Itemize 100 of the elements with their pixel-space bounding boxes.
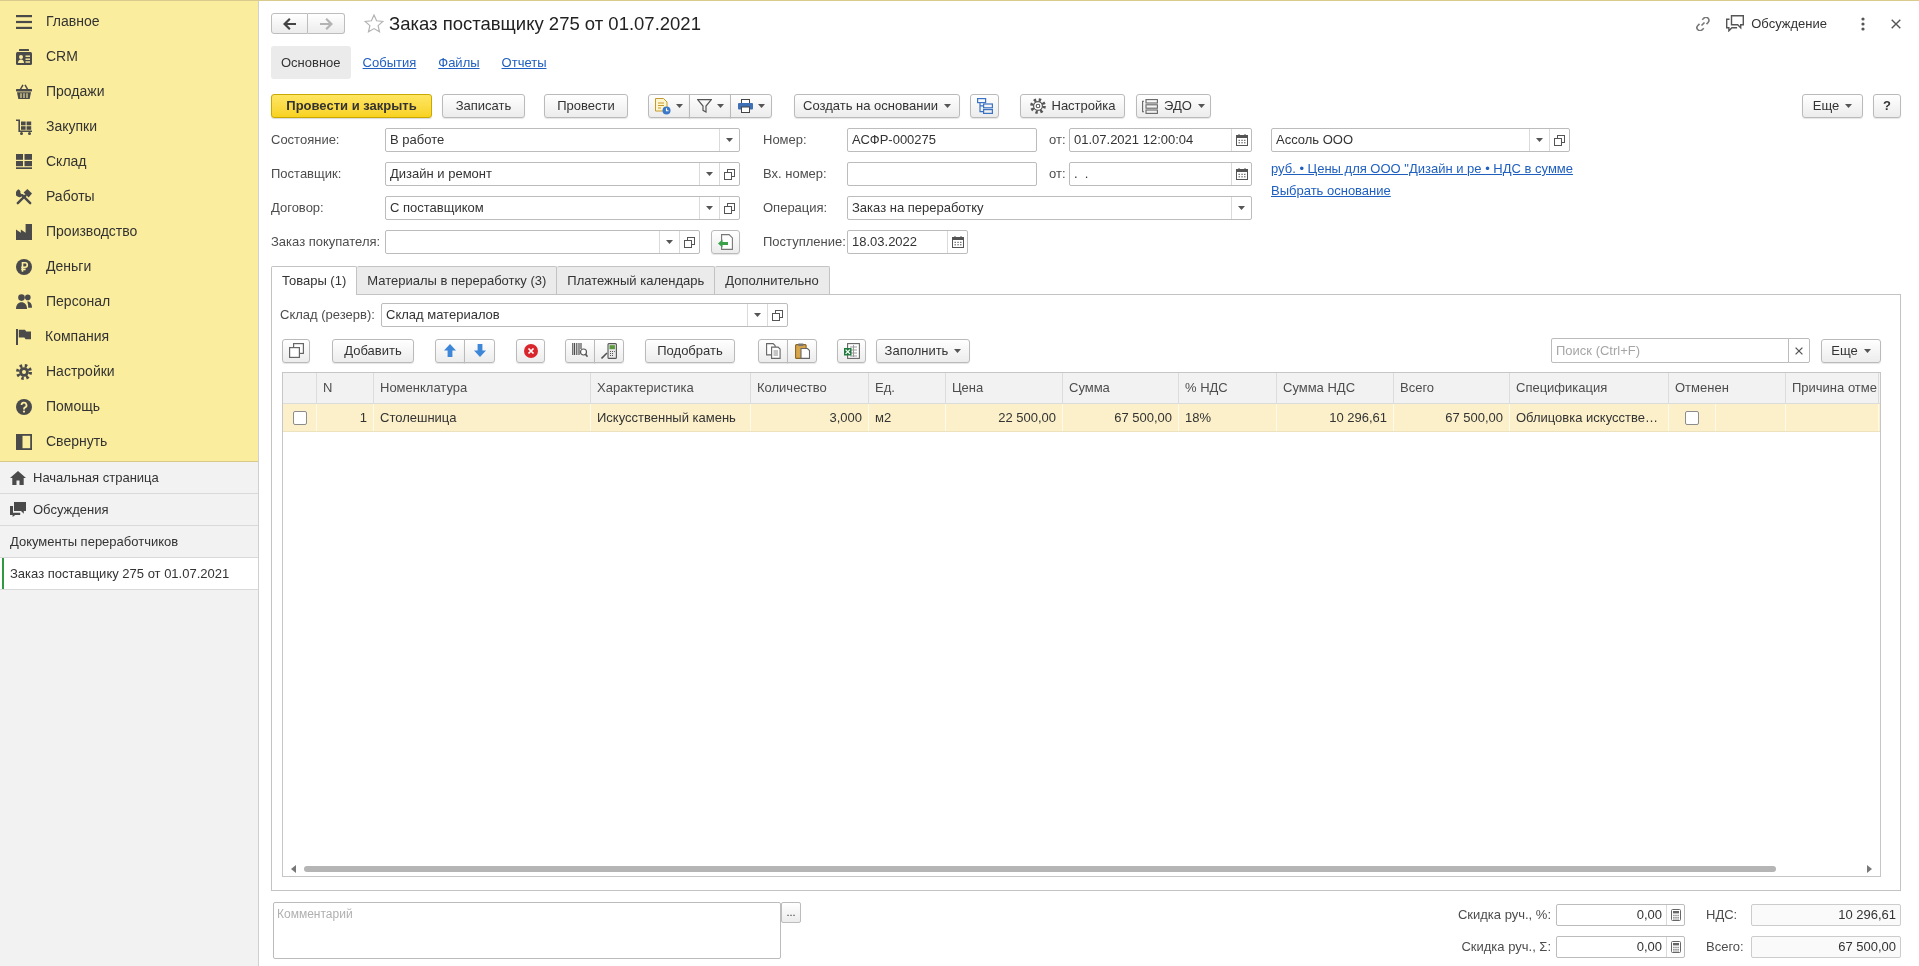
clear-button[interactable]: [1788, 338, 1810, 363]
hierarchy-icon: [976, 98, 993, 114]
calculator-button[interactable]: [1666, 937, 1684, 957]
sidebar-section[interactable]: Работы: [0, 179, 258, 214]
comment-field[interactable]: Комментарий: [273, 902, 781, 959]
document-tab[interactable]: Платежный календарь: [557, 266, 716, 294]
pick-button[interactable]: Подобрать: [645, 338, 735, 363]
column-header[interactable]: Количество: [751, 373, 869, 403]
column-header[interactable]: Всего: [1394, 373, 1510, 403]
paste-button[interactable]: [787, 338, 817, 363]
print-button[interactable]: [730, 94, 772, 118]
text-link[interactable]: руб. • Цены для ООО "Дизайн и ре • НДС в сумме: [1271, 161, 1573, 177]
sidebar-section[interactable]: Производство: [0, 214, 258, 249]
calendar-button[interactable]: [1231, 163, 1251, 185]
checkbox[interactable]: [292, 410, 307, 425]
structure-button[interactable]: [970, 94, 999, 118]
column-header[interactable]: N: [317, 373, 374, 403]
sidebar-section[interactable]: Компания: [0, 319, 258, 354]
spreadsheet-button[interactable]: [837, 338, 866, 363]
sidebar-section[interactable]: Склад: [0, 144, 258, 179]
star-icon[interactable]: [364, 14, 384, 33]
document-tab[interactable]: Товары (1): [271, 266, 358, 295]
column-header[interactable]: Сумма НДС: [1277, 373, 1394, 403]
text-link[interactable]: Выбрать основание: [1271, 183, 1391, 199]
copy-rows-button[interactable]: [282, 338, 310, 363]
date-field[interactable]: 18.03.2022: [847, 230, 968, 254]
column-header[interactable]: Отменен: [1669, 373, 1786, 403]
filter-button[interactable]: [689, 94, 731, 118]
dropdown-field[interactable]: В работе: [385, 128, 740, 152]
copy-button[interactable]: [758, 338, 788, 363]
number-field[interactable]: 0,00: [1556, 936, 1685, 958]
open-window-tab[interactable]: Заказ поставщику 275 от 01.07.2021: [0, 558, 258, 590]
document-tab[interactable]: Дополнительно: [715, 266, 830, 294]
dropdown-field[interactable]: Дизайн и ремонт: [385, 162, 740, 186]
fill-from-document-button[interactable]: [711, 230, 740, 254]
document-tab[interactable]: Материалы в переработку (3): [357, 266, 558, 294]
section-tab[interactable]: Файлы: [428, 46, 490, 79]
caret-icon: [1536, 138, 1543, 142]
barcode-search-button[interactable]: [565, 338, 595, 363]
factory-icon: [16, 223, 32, 240]
sidebar-section[interactable]: Помощь: [0, 389, 258, 424]
sidebar-section[interactable]: Настройки: [0, 354, 258, 389]
sidebar-section[interactable]: Персонал: [0, 284, 258, 319]
number-field[interactable]: 0,00: [1556, 904, 1685, 926]
calculator-button[interactable]: [1666, 905, 1684, 925]
move-up-button[interactable]: [435, 338, 465, 363]
add-button[interactable]: Добавить: [332, 338, 414, 363]
column-header[interactable]: Цена: [946, 373, 1063, 403]
dropdown-field[interactable]: Ассоль ООО: [1271, 128, 1570, 152]
dropdown-field[interactable]: С поставщиком: [385, 196, 740, 220]
column-header[interactable]: Спецификация: [1510, 373, 1669, 403]
calendar-button[interactable]: [1231, 129, 1251, 151]
section-tab[interactable]: Основное: [271, 46, 351, 79]
edo-button[interactable]: ЭДО: [1136, 94, 1211, 118]
section-tab[interactable]: События: [352, 46, 427, 79]
move-down-button[interactable]: [464, 338, 495, 363]
overlapping-squares-icon: [772, 309, 783, 321]
sidebar-section[interactable]: Продажи: [0, 74, 258, 109]
discussion-button[interactable]: Обсуждение: [1726, 13, 1827, 34]
delete-button[interactable]: [516, 338, 545, 363]
ellipsis-button[interactable]: ...: [781, 902, 801, 923]
link-icon[interactable]: [1696, 16, 1711, 31]
more-button[interactable]: Еще: [1821, 338, 1881, 363]
column-header[interactable]: Характеристика: [591, 373, 751, 403]
sidebar-section[interactable]: Главное: [0, 4, 258, 39]
column-header[interactable]: % НДС: [1179, 373, 1277, 403]
sidebar-section[interactable]: Свернуть: [0, 424, 258, 459]
section-tab[interactable]: Отчеты: [491, 46, 557, 79]
back-button[interactable]: [271, 13, 308, 34]
help-button[interactable]: ?: [1873, 94, 1901, 118]
scanner-button[interactable]: [594, 338, 624, 363]
search-field[interactable]: Поиск (Ctrl+F): [1551, 338, 1789, 363]
dropdown-field[interactable]: [385, 230, 700, 254]
more-icon[interactable]: [1861, 16, 1865, 31]
date-field[interactable]: 01.07.2021 12:00:04: [1069, 128, 1252, 152]
column-header[interactable]: Номенклатура: [374, 373, 591, 403]
scrollbar-thumb[interactable]: [304, 866, 1776, 872]
input-field[interactable]: [847, 162, 1037, 186]
save-button[interactable]: Записать: [442, 94, 525, 118]
settings-button[interactable]: Настройка: [1020, 94, 1125, 118]
column-header[interactable]: Сумма: [1063, 373, 1179, 403]
sidebar-section[interactable]: CRM: [0, 39, 258, 74]
more-button[interactable]: Еще: [1802, 94, 1863, 118]
post-button[interactable]: Провести: [544, 94, 628, 118]
post-and-close-button[interactable]: Провести и закрыть: [271, 94, 432, 118]
close-icon[interactable]: [1891, 18, 1901, 29]
reports-button[interactable]: [648, 94, 690, 118]
column-header[interactable]: Ед.: [869, 373, 946, 403]
sidebar-section[interactable]: Закупки: [0, 109, 258, 144]
fill-button[interactable]: Заполнить: [876, 338, 970, 363]
calendar-button[interactable]: [947, 231, 967, 253]
create-based-on-button[interactable]: Создать на основании: [794, 94, 960, 118]
input-field[interactable]: АСФР-000275: [847, 128, 1037, 152]
dropdown-field[interactable]: Заказ на переработку: [847, 196, 1252, 220]
column-header[interactable]: Причина отме: [1786, 373, 1879, 403]
dropdown-field[interactable]: Склад материалов: [381, 303, 788, 327]
date-field[interactable]: . .: [1069, 162, 1252, 186]
checkbox[interactable]: [1685, 410, 1699, 425]
table-row[interactable]: 1 Столешница Искусственный камень 3,000 м2 22 500,00 67 500,00 18% 10 296,61 67 500,00 Облицовка искусстве…: [283, 404, 1880, 432]
sidebar-section[interactable]: Деньги: [0, 249, 258, 284]
